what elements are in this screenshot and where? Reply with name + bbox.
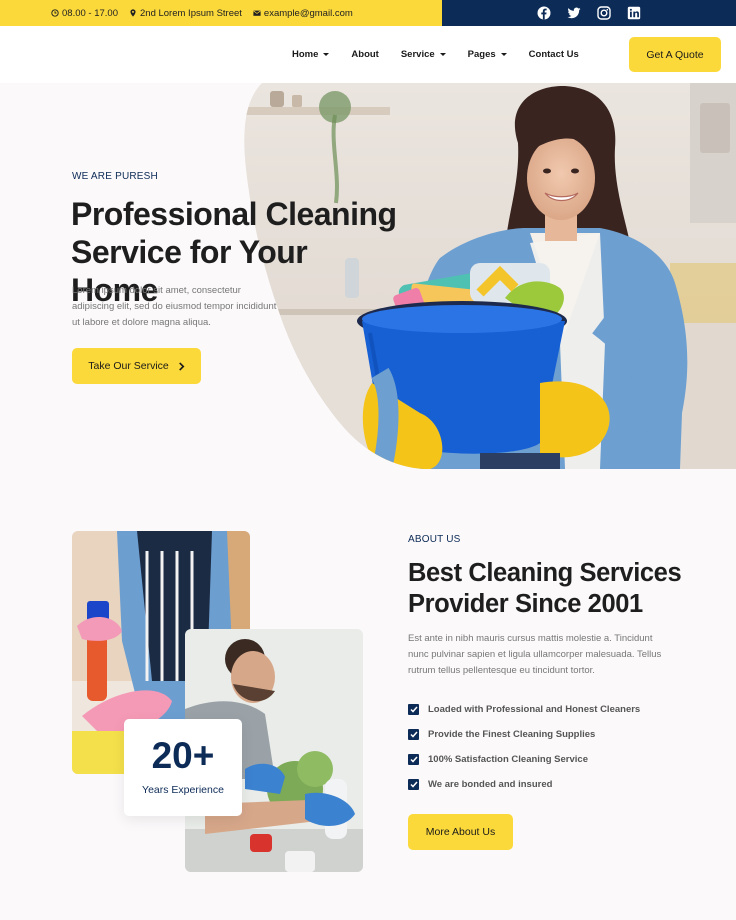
- checkbox-checked-icon: [408, 704, 419, 715]
- checklist-item: Provide the Finest Cleaning Supplies: [408, 722, 640, 747]
- nav-item-pages[interactable]: Pages: [468, 49, 507, 60]
- nav-item-label: About: [351, 49, 379, 60]
- hours-text: 08.00 - 17.00: [62, 7, 118, 19]
- social-links: [442, 0, 736, 26]
- checklist-label: Loaded with Professional and Honest Clea…: [428, 704, 641, 715]
- hero-eyebrow: WE ARE PURESH: [72, 171, 158, 182]
- address-text: 2nd Lorem Ipsum Street: [140, 7, 242, 19]
- checklist-label: We are bonded and insured: [428, 779, 553, 790]
- nav-item-label: Pages: [467, 49, 496, 60]
- checklist-label: Provide the Finest Cleaning Supplies: [428, 729, 596, 740]
- experience-card: 20+ Years Experience: [124, 719, 242, 816]
- hero-description: Lorem ipsum dolor sit amet, consectetur …: [72, 285, 277, 328]
- hero-section: WE ARE PURESH Professional Cleaning Serv…: [0, 83, 736, 469]
- button-label: Take Our Service: [88, 360, 169, 372]
- about-title: Best Cleaning Services Provider Since 20…: [408, 559, 682, 618]
- nav-item-label: Contact Us: [528, 49, 579, 60]
- experience-label: Years Experience: [142, 784, 224, 796]
- chevron-right-icon: [178, 361, 185, 371]
- about-eyebrow: ABOUT US: [408, 534, 461, 545]
- checklist-item: We are bonded and insured: [408, 772, 640, 797]
- linkedin-icon[interactable]: [627, 6, 641, 20]
- clock-icon: [51, 9, 59, 17]
- checklist-label: 100% Satisfaction Cleaning Service: [428, 754, 588, 765]
- contact-info-bar: 08.00 - 17.00 2nd Lorem Ipsum Street exa…: [0, 0, 442, 26]
- address-info: 2nd Lorem Ipsum Street: [129, 8, 242, 19]
- instagram-icon[interactable]: [597, 6, 611, 20]
- hours-info: 08.00 - 17.00: [51, 8, 118, 19]
- experience-number: 20+: [151, 735, 215, 776]
- email-text[interactable]: example@gmail.com: [264, 8, 353, 19]
- checkbox-checked-icon: [408, 754, 419, 765]
- top-bar: 08.00 - 17.00 2nd Lorem Ipsum Street exa…: [0, 0, 736, 26]
- nav-item-label: Home: [292, 49, 319, 60]
- nav-menu: Home About Service Pages Contact Us: [292, 26, 579, 83]
- chevron-down-icon: [500, 53, 507, 56]
- nav-item-home[interactable]: Home: [292, 49, 330, 60]
- nav-item-contact[interactable]: Contact Us: [529, 49, 579, 60]
- get-quote-button[interactable]: Get A Quote: [629, 37, 721, 72]
- checkbox-checked-icon: [408, 779, 419, 790]
- checkbox-checked-icon: [408, 729, 419, 740]
- more-about-us-button[interactable]: More About Us: [408, 814, 513, 850]
- checklist-item: 100% Satisfaction Cleaning Service: [408, 747, 640, 772]
- about-description: Est ante in nibh mauris cursus mattis mo…: [408, 633, 662, 676]
- main-navbar: Home About Service Pages Contact Us Get …: [0, 26, 736, 83]
- nav-item-service[interactable]: Service: [401, 49, 446, 60]
- nav-item-label: Service: [400, 49, 435, 60]
- map-pin-icon: [130, 9, 136, 17]
- nav-item-about[interactable]: About: [351, 49, 378, 60]
- chevron-down-icon: [439, 53, 446, 56]
- take-our-service-button[interactable]: Take Our Service: [72, 348, 201, 384]
- envelope-icon: [253, 10, 261, 16]
- chevron-down-icon: [323, 53, 330, 56]
- twitter-icon[interactable]: [567, 6, 581, 20]
- feature-checklist: Loaded with Professional and Honest Clea…: [408, 697, 640, 797]
- email-info[interactable]: example@gmail.com: [253, 8, 353, 19]
- facebook-icon[interactable]: [537, 6, 551, 20]
- checklist-item: Loaded with Professional and Honest Clea…: [408, 697, 640, 722]
